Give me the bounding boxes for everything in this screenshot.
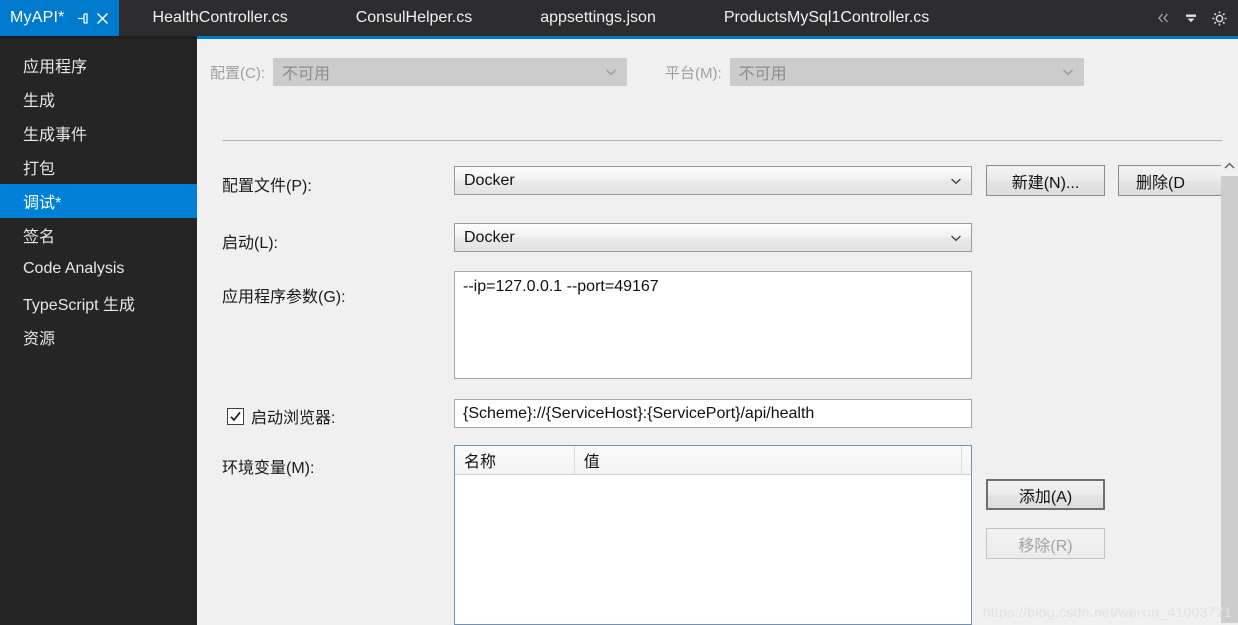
column-header-filler — [962, 446, 971, 474]
new-profile-button[interactable]: 新建(N)... — [986, 165, 1105, 196]
environment-variables-header-row: 名称 值 — [455, 446, 971, 475]
tab-list-dropdown-icon[interactable] — [1180, 5, 1202, 31]
tab-myapi-active[interactable]: MyAPI* — [0, 0, 119, 36]
launch-browser-url-input[interactable]: {Scheme}://{ServiceHost}:{ServicePort}/a… — [454, 399, 972, 428]
launch-label: 启动(L): — [222, 235, 279, 252]
sidebar-item-resources[interactable]: 资源 — [0, 320, 197, 354]
sidebar-item-build[interactable]: 生成 — [0, 82, 197, 116]
close-icon[interactable] — [93, 4, 113, 32]
environment-variables-grid[interactable]: 名称 值 — [454, 445, 972, 625]
tab-appsettings[interactable]: appsettings.json — [506, 0, 690, 36]
tab-consulhelper[interactable]: ConsulHelper.cs — [321, 0, 507, 36]
tab-appsettings-label: appsettings.json — [540, 9, 656, 26]
sidebar-item-debug[interactable]: 调试* — [0, 184, 210, 218]
column-header-value[interactable]: 值 — [575, 446, 962, 474]
launch-value: Docker — [464, 228, 515, 246]
chevron-down-icon — [950, 229, 962, 247]
project-properties-sidebar: 应用程序 生成 生成事件 打包 调试* 签名 Code Analysis Typ… — [0, 39, 210, 625]
tab-productsmysql1controller-label: ProductsMySql1Controller.cs — [723, 9, 930, 26]
debug-properties-pane: 配置(C): 不可用 平台(M): 不可用 配置文件(P): Docker 启动… — [197, 39, 1238, 625]
sidebar-item-code-analysis-label: Code Analysis — [23, 260, 125, 277]
add-env-button[interactable]: 添加(A) — [986, 479, 1105, 510]
tab-consulhelper-label: ConsulHelper.cs — [355, 9, 473, 26]
launch-browser-label: 启动浏览器: — [251, 410, 336, 427]
chevron-down-icon — [950, 172, 962, 190]
editor-tab-bar: MyAPI* HealthController.cs ConsulHelper.… — [0, 0, 1238, 36]
sidebar-item-package-label: 打包 — [23, 161, 56, 178]
chevron-double-left-icon[interactable] — [1152, 5, 1174, 31]
gear-icon[interactable] — [1208, 5, 1230, 31]
delete-profile-button[interactable]: 删除(D — [1118, 165, 1237, 196]
sidebar-item-application-label: 应用程序 — [23, 59, 88, 76]
environment-variables-label: 环境变量(M): — [222, 460, 315, 477]
tab-bar-spacer — [963, 0, 1152, 36]
sidebar-item-build-events[interactable]: 生成事件 — [0, 116, 197, 150]
tab-myapi-label: MyAPI* — [10, 9, 65, 26]
column-header-name[interactable]: 名称 — [455, 446, 575, 474]
remove-env-button: 移除(R) — [986, 528, 1105, 559]
environment-variables-rows[interactable] — [455, 475, 971, 624]
sidebar-item-typescript-build[interactable]: TypeScript 生成 — [0, 286, 197, 320]
visual-studio-project-properties-window: MyAPI* HealthController.cs ConsulHelper.… — [0, 0, 1238, 625]
app-arguments-input[interactable]: --ip=127.0.0.1 --port=49167 — [454, 271, 972, 379]
sidebar-item-build-events-label: 生成事件 — [23, 127, 88, 144]
tab-healthcontroller-label: HealthController.cs — [152, 9, 288, 26]
scrollbar-thumb[interactable] — [1221, 176, 1238, 623]
sidebar-item-signing-label: 签名 — [23, 229, 56, 246]
scroll-up-button[interactable] — [1221, 157, 1238, 174]
app-arguments-value: --ip=127.0.0.1 --port=49167 — [463, 278, 659, 295]
tab-bar-tools — [1152, 0, 1238, 36]
profile-value: Docker — [464, 171, 515, 189]
checkbox-checked-icon[interactable] — [227, 407, 244, 425]
sidebar-item-signing[interactable]: 签名 — [0, 218, 197, 252]
sidebar-item-application[interactable]: 应用程序 — [0, 48, 197, 82]
launch-browser-url-value: {Scheme}://{ServiceHost}:{ServicePort}/a… — [463, 404, 815, 422]
sidebar-item-build-label: 生成 — [23, 93, 56, 110]
debug-form: 配置文件(P): Docker 启动(L): Docker 应用程序参数(G):… — [197, 39, 1238, 625]
remove-env-button-label: 移除(R) — [1018, 537, 1073, 555]
launch-browser-checkbox[interactable]: 启动浏览器: — [227, 404, 335, 428]
tab-healthcontroller[interactable]: HealthController.cs — [118, 0, 322, 36]
profile-label: 配置文件(P): — [222, 178, 312, 195]
sidebar-item-typescript-build-label: TypeScript 生成 — [23, 297, 136, 314]
sidebar-item-package[interactable]: 打包 — [0, 150, 197, 184]
add-env-button-label: 添加(A) — [1018, 488, 1073, 506]
sidebar-item-debug-label: 调试* — [23, 195, 62, 212]
new-profile-button-label: 新建(N)... — [1011, 174, 1080, 192]
launch-dropdown[interactable]: Docker — [454, 223, 972, 252]
sidebar-item-code-analysis[interactable]: Code Analysis — [0, 252, 197, 286]
pane-vertical-scrollbar[interactable] — [1221, 157, 1238, 625]
tab-productsmysql1controller[interactable]: ProductsMySql1Controller.cs — [689, 0, 964, 36]
profile-dropdown[interactable]: Docker — [454, 166, 972, 195]
pin-icon[interactable] — [73, 4, 93, 32]
sidebar-item-resources-label: 资源 — [23, 331, 56, 348]
app-arguments-label: 应用程序参数(G): — [222, 289, 346, 306]
delete-profile-button-label: 删除(D — [1136, 174, 1185, 192]
